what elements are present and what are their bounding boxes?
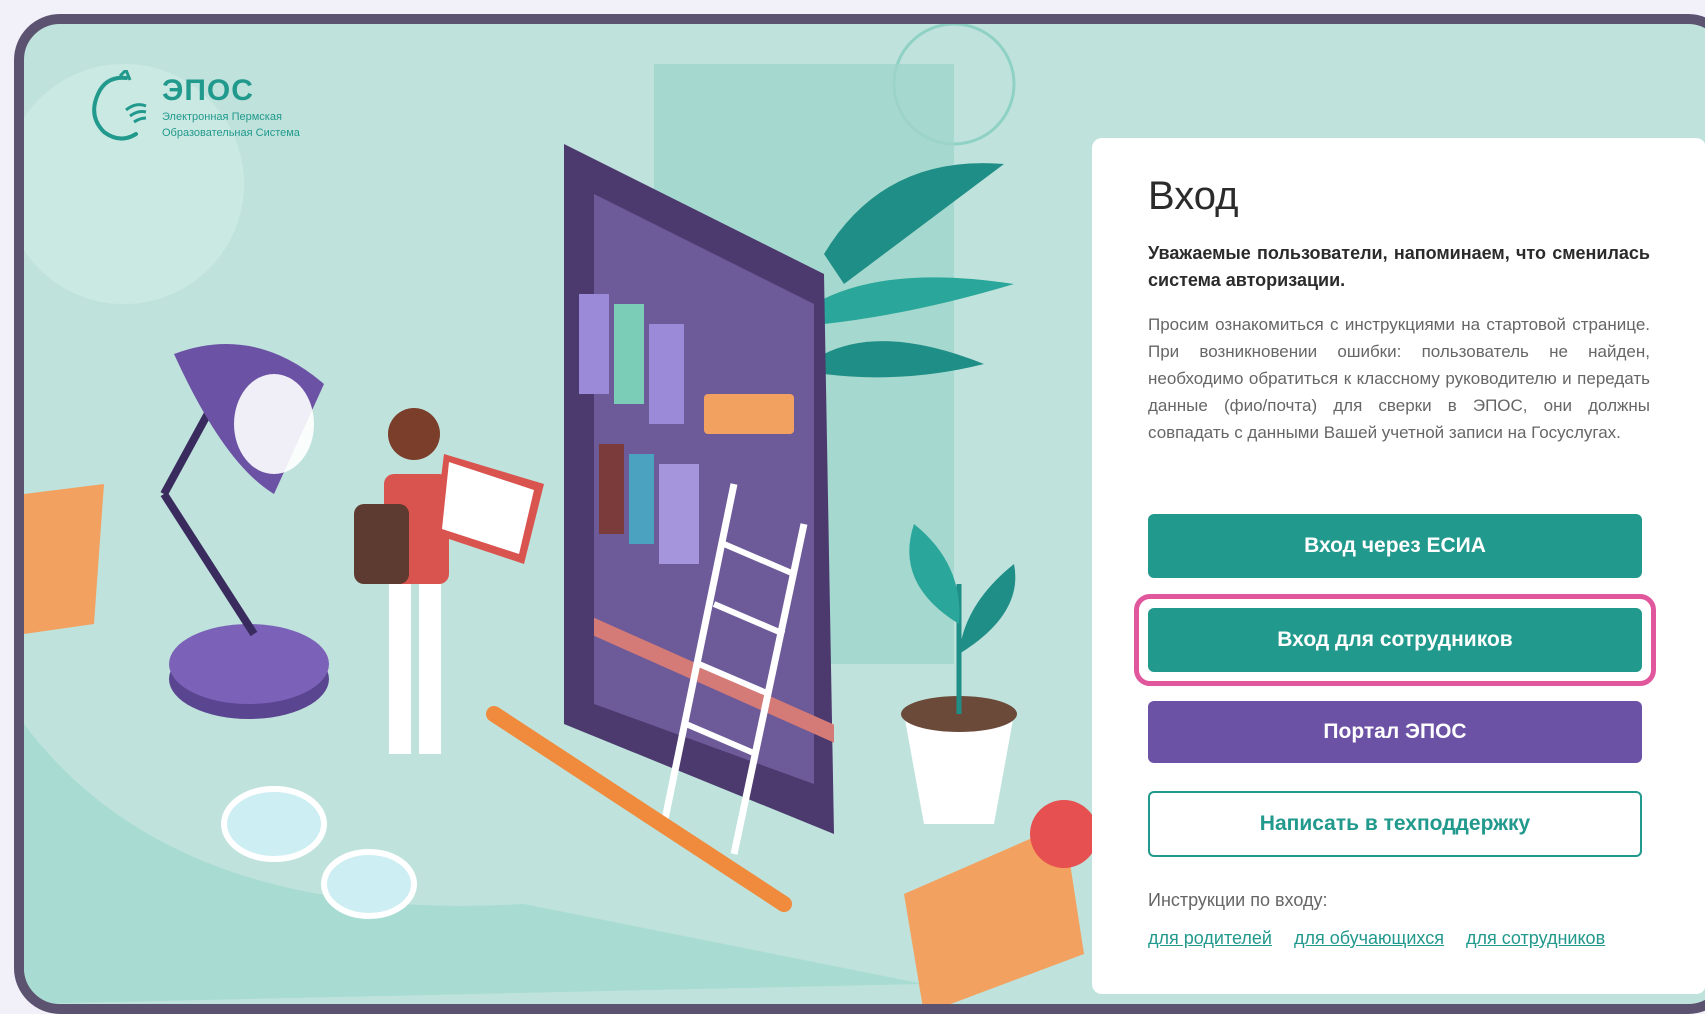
link-students[interactable]: для обучающихся [1294,928,1444,949]
esia-login-button[interactable]: Вход через ЕСИА [1148,514,1642,578]
brand-name: ЭПОС [162,73,254,107]
epos-logo: ЭПОС Электронная Пермская Образовательна… [86,70,300,146]
support-button[interactable]: Написать в техподдержку [1148,791,1642,857]
link-staff[interactable]: для сотрудников [1466,928,1605,949]
brand-subtitle-2: Образовательная Система [162,126,300,139]
instructions-info: Просим ознакомиться с инструкциями на ст… [1148,315,1650,442]
instruction-links: для родителей для обучающихся для сотруд… [1148,928,1605,949]
login-card: Вход Уважаемые пользователи, напоминаем,… [1092,138,1705,994]
link-parents[interactable]: для родителей [1148,928,1272,949]
login-title: Вход [1148,174,1239,218]
brand-subtitle-1: Электронная Пермская [162,110,282,123]
staff-login-button[interactable]: Вход для сотрудников [1148,608,1642,672]
auth-notice: Уважаемые пользователи, напоминаем, что … [1148,243,1650,290]
app-window: ЭПОС Электронная Пермская Образовательна… [14,14,1705,1014]
epos-portal-button[interactable]: Портал ЭПОС [1148,701,1642,763]
instructions-label: Инструкции по входу: [1148,890,1328,910]
cat-logo-icon [92,70,147,141]
